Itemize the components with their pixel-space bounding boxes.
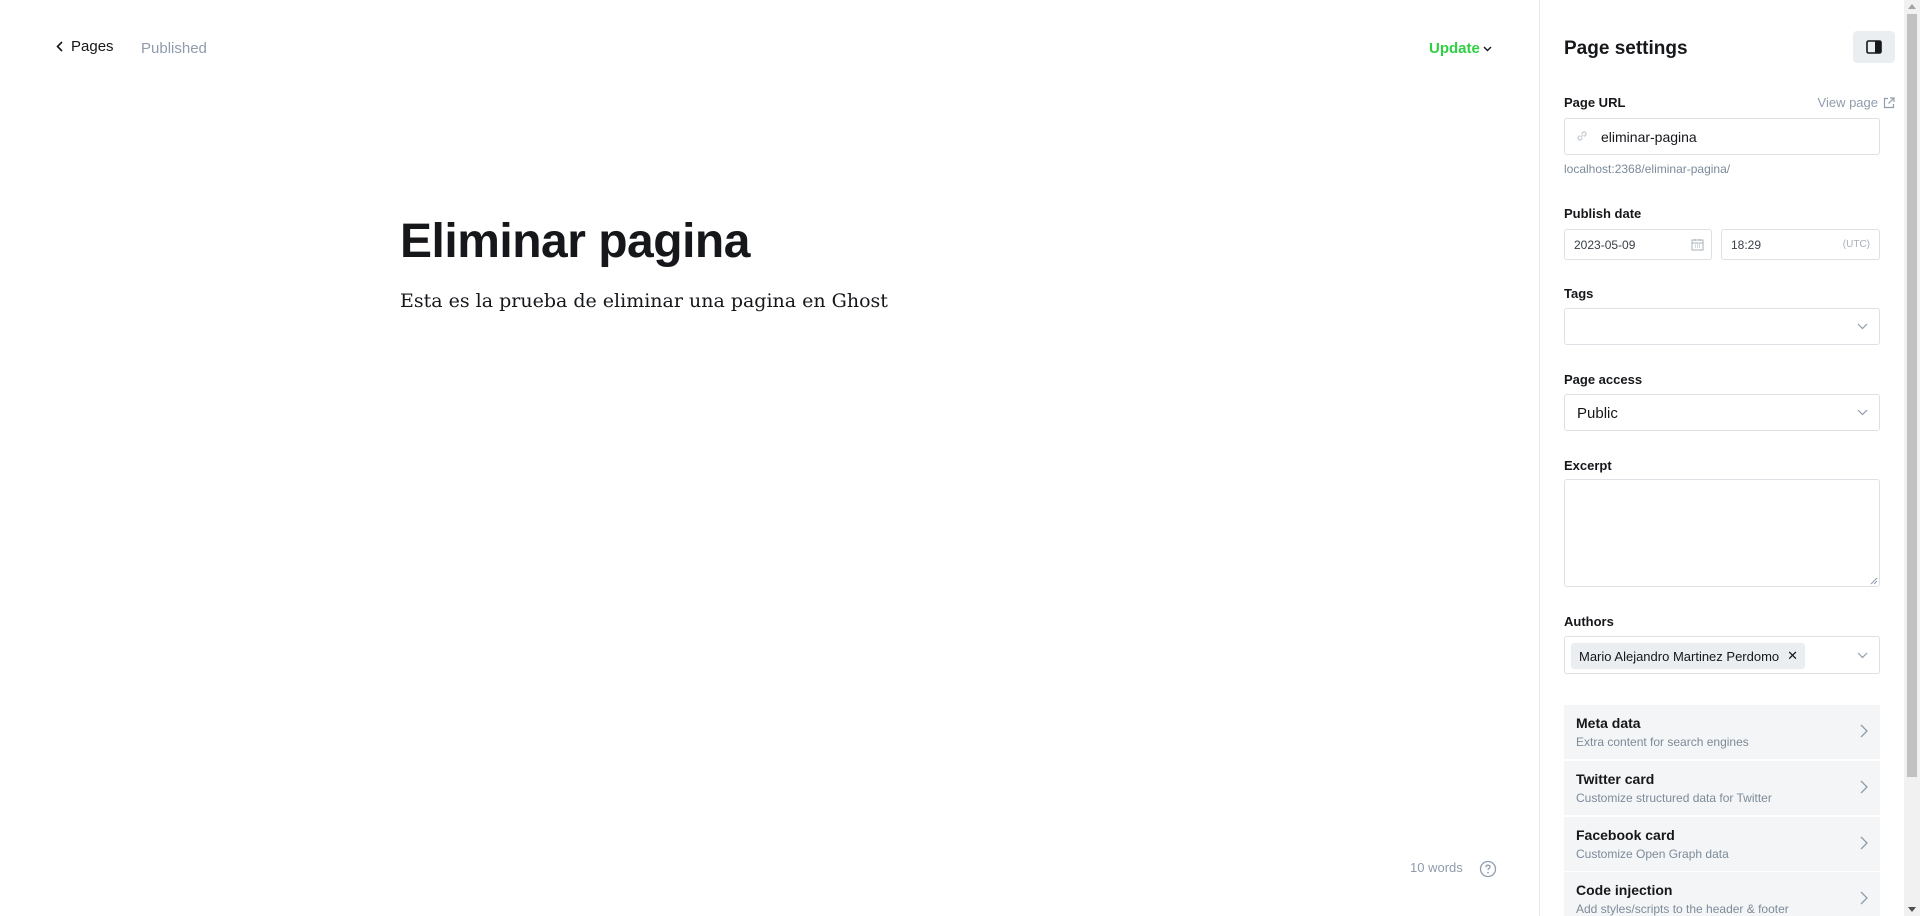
authors-label: Authors — [1564, 614, 1614, 629]
post-body[interactable]: Esta es la prueba de eliminar una pagina… — [400, 290, 1300, 312]
external-link-icon — [1883, 96, 1895, 108]
update-button[interactable]: Update — [1429, 40, 1492, 57]
publish-date-value: 2023-05-09 — [1574, 238, 1636, 252]
section-subtitle: Add styles/scripts to the header & foote… — [1576, 902, 1789, 916]
chevron-right-icon — [1860, 780, 1868, 794]
page-access-label: Page access — [1564, 372, 1643, 387]
tags-label: Tags — [1564, 286, 1594, 301]
facebook-card-section[interactable]: Facebook card Customize Open Graph data — [1564, 817, 1880, 871]
chevron-down-icon — [1857, 409, 1868, 416]
chevron-down-icon — [1857, 652, 1868, 659]
authors-select[interactable]: Mario Alejandro Martinez Perdomo ✕ — [1564, 636, 1880, 674]
page-url-value: eliminar-pagina — [1601, 129, 1697, 145]
editor-header: Pages Published Update — [0, 0, 1539, 98]
help-icon[interactable] — [1479, 860, 1497, 878]
chevron-right-icon — [1860, 724, 1868, 738]
publish-time-input[interactable]: 18:29 (UTC) — [1721, 229, 1880, 260]
code-injection-section[interactable]: Code injection Add styles/scripts to the… — [1564, 872, 1880, 916]
back-label: Pages — [71, 38, 114, 55]
page-settings-panel: Page settings Page URL View page elimina… — [1539, 0, 1904, 916]
post-status: Published — [141, 40, 207, 57]
section-title: Meta data — [1576, 715, 1641, 731]
author-token: Mario Alejandro Martinez Perdomo ✕ — [1571, 643, 1806, 669]
section-subtitle: Extra content for search engines — [1576, 735, 1749, 749]
section-title: Code injection — [1576, 882, 1673, 898]
excerpt-textarea[interactable] — [1564, 479, 1880, 587]
chevron-right-icon — [1860, 836, 1868, 850]
section-subtitle: Customize Open Graph data — [1576, 847, 1729, 861]
excerpt-label: Excerpt — [1564, 458, 1612, 473]
update-label: Update — [1429, 40, 1480, 57]
chevron-left-icon — [56, 41, 63, 52]
scroll-down-arrow-icon[interactable] — [1908, 907, 1916, 912]
back-to-pages-link[interactable]: Pages — [56, 38, 114, 55]
chevron-right-icon — [1860, 891, 1868, 905]
post-title[interactable]: Eliminar pagina — [400, 212, 1300, 272]
chevron-down-icon — [1857, 323, 1868, 330]
tags-select[interactable] — [1564, 308, 1880, 345]
settings-title: Page settings — [1564, 38, 1688, 59]
page-access-value: Public — [1577, 405, 1618, 422]
page-url-hint: localhost:2368/eliminar-pagina/ — [1564, 162, 1731, 176]
publish-date-label: Publish date — [1564, 206, 1642, 221]
chevron-down-icon — [1483, 46, 1492, 51]
page-access-select[interactable]: Public — [1564, 394, 1880, 431]
section-title: Facebook card — [1576, 827, 1675, 843]
page-url-input[interactable]: eliminar-pagina — [1564, 118, 1880, 155]
publish-time-value: 18:29 — [1731, 238, 1762, 252]
view-page-label: View page — [1817, 95, 1878, 110]
remove-author-icon[interactable]: ✕ — [1787, 648, 1798, 664]
section-subtitle: Customize structured data for Twitter — [1576, 791, 1772, 805]
editor-pane: Pages Published Update Eliminar pagina E… — [0, 0, 1539, 916]
sidebar-toggle-icon — [1866, 40, 1882, 54]
resize-handle-icon[interactable] — [1869, 576, 1878, 585]
editor-content: Eliminar pagina Esta es la prueba de eli… — [400, 212, 1300, 312]
twitter-card-section[interactable]: Twitter card Customize structured data f… — [1564, 761, 1880, 815]
calendar-icon[interactable] — [1691, 238, 1704, 251]
section-title: Twitter card — [1576, 771, 1655, 787]
page-url-label: Page URL — [1564, 95, 1626, 110]
scrollbar-thumb[interactable] — [1907, 14, 1917, 777]
publish-date-input[interactable]: 2023-05-09 — [1564, 229, 1712, 260]
word-count: 10 words — [1410, 860, 1463, 875]
meta-data-section[interactable]: Meta data Extra content for search engin… — [1564, 705, 1880, 759]
toggle-settings-button[interactable] — [1853, 31, 1895, 63]
link-icon — [1577, 131, 1587, 141]
view-page-link[interactable]: View page — [1818, 95, 1895, 110]
scroll-up-arrow-icon[interactable] — [1908, 4, 1916, 9]
timezone-label: (UTC) — [1842, 239, 1870, 250]
author-name: Mario Alejandro Martinez Perdomo — [1579, 648, 1780, 664]
settings-scrollbar[interactable] — [1904, 0, 1920, 916]
